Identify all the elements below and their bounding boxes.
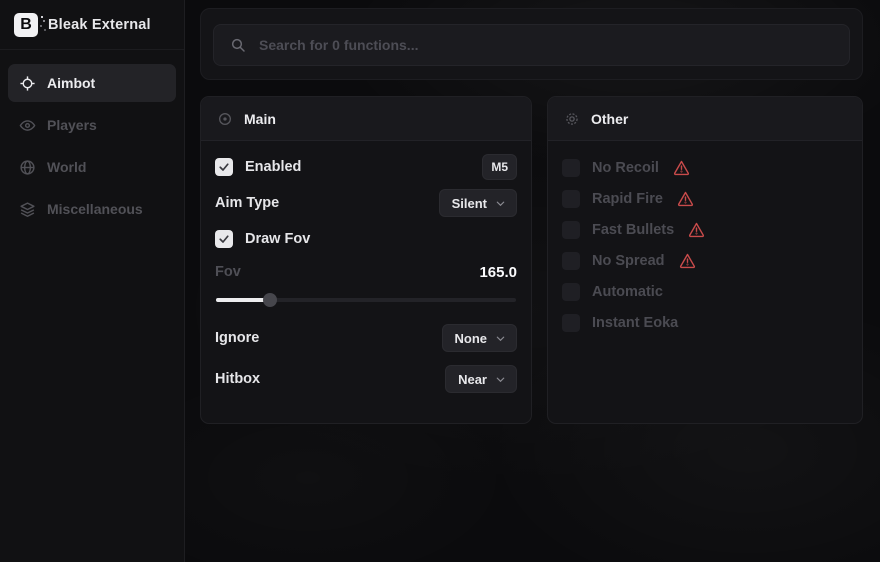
- toggle-list-item: Rapid Fire: [562, 188, 848, 209]
- sidebar-item-label: Miscellaneous: [47, 201, 143, 217]
- item-label: Instant Eoka: [592, 315, 678, 331]
- enabled-row: Enabled M5: [215, 153, 517, 181]
- hitbox-dropdown[interactable]: Near: [445, 365, 517, 393]
- app-logo-icon: B: [14, 13, 38, 37]
- item-checkbox[interactable]: [562, 252, 580, 270]
- ignore-row: Ignore None: [215, 324, 517, 352]
- aim-type-dropdown[interactable]: Silent: [439, 189, 517, 217]
- panel-title: Main: [244, 111, 276, 127]
- draw-fov-label: Draw Fov: [245, 231, 310, 247]
- crosshair-icon: [19, 75, 36, 92]
- enabled-label: Enabled: [245, 159, 301, 175]
- fov-row: Fov 165.0: [215, 261, 517, 283]
- sidebar-item-miscellaneous[interactable]: Miscellaneous: [8, 190, 176, 228]
- hitbox-row: Hitbox Near: [215, 365, 517, 393]
- layers-icon: [19, 201, 36, 218]
- item-checkbox[interactable]: [562, 159, 580, 177]
- sidebar: B Bleak External Aimbot Players: [0, 0, 185, 562]
- fov-label: Fov: [215, 264, 241, 280]
- hitbox-value: Near: [458, 372, 487, 387]
- panel-other: Other No Recoil Rapid Fire Fast Bullets: [547, 96, 863, 424]
- aim-type-label: Aim Type: [215, 195, 279, 211]
- item-checkbox[interactable]: [562, 314, 580, 332]
- toggle-list-item: Instant Eoka: [562, 312, 848, 333]
- item-label: Rapid Fire: [592, 191, 663, 207]
- ignore-dropdown[interactable]: None: [442, 324, 518, 352]
- toggle-list-item: No Recoil: [562, 157, 848, 178]
- chevron-down-icon: [495, 374, 506, 385]
- aim-type-value: Silent: [452, 196, 487, 211]
- panel-other-header: Other: [548, 97, 862, 141]
- content-area: Search for 0 functions... Main Enabled M…: [186, 0, 880, 562]
- warning-icon: [677, 190, 694, 207]
- eye-icon: [19, 117, 36, 134]
- enabled-checkbox[interactable]: [215, 158, 233, 176]
- sidebar-item-players[interactable]: Players: [8, 106, 176, 144]
- target-icon: [217, 111, 233, 127]
- draw-fov-row: Draw Fov: [215, 225, 517, 253]
- fov-slider-thumb[interactable]: [263, 293, 277, 307]
- item-checkbox[interactable]: [562, 190, 580, 208]
- sidebar-item-world[interactable]: World: [8, 148, 176, 186]
- gear-icon: [564, 111, 580, 127]
- warning-icon: [673, 159, 690, 176]
- search-icon: [230, 37, 246, 53]
- search-input[interactable]: Search for 0 functions...: [213, 24, 850, 66]
- ignore-value: None: [455, 331, 488, 346]
- ignore-label: Ignore: [215, 330, 259, 346]
- warning-icon: [688, 221, 705, 238]
- panel-main-header: Main: [201, 97, 531, 141]
- item-label: Fast Bullets: [592, 222, 674, 238]
- warning-icon: [679, 252, 696, 269]
- panel-title: Other: [591, 111, 628, 127]
- fov-value: 165.0: [479, 264, 517, 281]
- sidebar-item-label: Aimbot: [47, 75, 95, 91]
- fov-slider[interactable]: [216, 293, 516, 307]
- draw-fov-checkbox[interactable]: [215, 230, 233, 248]
- chevron-down-icon: [495, 198, 506, 209]
- globe-icon: [19, 159, 36, 176]
- item-label: Automatic: [592, 284, 663, 300]
- sidebar-item-aimbot[interactable]: Aimbot: [8, 64, 176, 102]
- toggle-list-item: No Spread: [562, 250, 848, 271]
- keybind-button[interactable]: M5: [482, 154, 517, 180]
- sidebar-nav: Aimbot Players World: [0, 50, 184, 242]
- app-title: Bleak External: [48, 17, 151, 33]
- item-checkbox[interactable]: [562, 221, 580, 239]
- item-checkbox[interactable]: [562, 283, 580, 301]
- hitbox-label: Hitbox: [215, 371, 260, 387]
- toggle-list-item: Automatic: [562, 281, 848, 302]
- fov-slider-fill: [216, 298, 270, 302]
- search-placeholder: Search for 0 functions...: [259, 37, 418, 53]
- aim-type-row: Aim Type Silent: [215, 189, 517, 217]
- sidebar-item-label: Players: [47, 117, 97, 133]
- item-label: No Recoil: [592, 160, 659, 176]
- sidebar-header: B Bleak External: [0, 0, 184, 50]
- chevron-down-icon: [495, 333, 506, 344]
- search-container: Search for 0 functions...: [200, 8, 863, 80]
- item-label: No Spread: [592, 253, 665, 269]
- panel-other-body: No Recoil Rapid Fire Fast Bullets: [548, 141, 862, 355]
- sidebar-item-label: World: [47, 159, 86, 175]
- panel-main-body: Enabled M5 Aim Type Silent D: [201, 141, 531, 405]
- panel-main: Main Enabled M5 Aim Type Silent: [200, 96, 532, 424]
- toggle-list-item: Fast Bullets: [562, 219, 848, 240]
